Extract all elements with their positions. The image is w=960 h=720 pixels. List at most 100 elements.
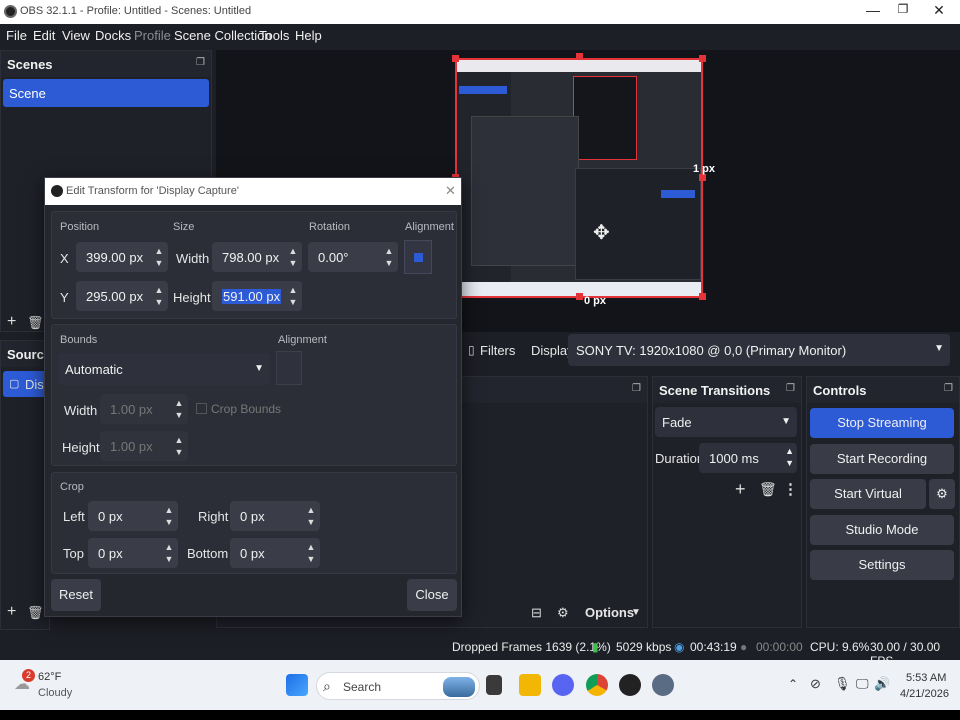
- stop-streaming-button[interactable]: Stop Streaming: [810, 408, 954, 438]
- menu-help[interactable]: Help: [295, 28, 322, 43]
- bounds-type-select[interactable]: Automatic ▼: [58, 353, 270, 385]
- undock-icon[interactable]: ❐: [196, 57, 205, 68]
- spin-arrows-icon[interactable]: ▲ ▼: [286, 284, 300, 308]
- security-icon[interactable]: ⊘: [810, 676, 821, 692]
- sources-header: Sources: [1, 341, 58, 367]
- notification-badge: 2: [22, 669, 35, 682]
- rotation-value: 0.00°: [318, 250, 349, 265]
- filters-button[interactable]: Filters: [480, 343, 515, 358]
- spin-arrows-icon[interactable]: ▲ ▼: [286, 245, 300, 269]
- close-button[interactable]: Close: [407, 579, 457, 611]
- screen-border: [0, 710, 960, 720]
- duration-input[interactable]: 1000 ms ▲ ▼: [699, 443, 797, 473]
- stream-time: 00:43:19: [690, 640, 737, 654]
- spin-arrows-icon[interactable]: ▲ ▼: [152, 284, 166, 308]
- chrome-icon[interactable]: [586, 674, 608, 696]
- spin-arrows-icon[interactable]: ▲ ▼: [152, 245, 166, 269]
- right-gap-label: 1 px: [693, 163, 716, 175]
- close-icon[interactable]: ✕: [924, 2, 954, 19]
- transitions-title: Scene Transitions: [659, 383, 771, 398]
- add-scene-icon[interactable]: +: [7, 313, 16, 331]
- reset-button[interactable]: Reset: [51, 579, 101, 611]
- spin-arrows-icon[interactable]: ▲ ▼: [172, 397, 186, 421]
- maximize-icon[interactable]: ❐: [888, 2, 918, 16]
- search-box[interactable]: ⌕ Search: [316, 672, 480, 700]
- scene-list-item[interactable]: Scene: [3, 79, 209, 107]
- network-icon[interactable]: 🖵: [856, 676, 869, 692]
- studio-mode-button[interactable]: Studio Mode: [810, 515, 954, 545]
- width-input[interactable]: 798.00 px ▲ ▼: [212, 242, 302, 272]
- obs-taskbar-icon[interactable]: [619, 674, 641, 696]
- settings-gear-icon[interactable]: [652, 674, 674, 696]
- duration-value: 1000 ms: [709, 451, 759, 466]
- spin-arrows-icon[interactable]: ▲ ▼: [162, 541, 176, 565]
- file-explorer-icon[interactable]: [519, 674, 541, 696]
- display-capture-source[interactable]: ✥: [455, 58, 703, 298]
- x-position-input[interactable]: 399.00 px ▲ ▼: [76, 242, 168, 272]
- y-position-input[interactable]: 295.00 px ▲ ▼: [76, 281, 168, 311]
- menu-edit[interactable]: Edit: [33, 28, 55, 43]
- display-select[interactable]: SONY TV: 1920x1080 @ 0,0 (Primary Monito…: [568, 334, 950, 366]
- menu-profile[interactable]: Profile: [134, 28, 171, 43]
- rotation-input[interactable]: 0.00° ▲ ▼: [308, 242, 398, 272]
- undock-icon[interactable]: ❐: [786, 383, 795, 394]
- spin-arrows-icon[interactable]: ▲ ▼: [172, 434, 186, 458]
- minimize-icon[interactable]: —: [858, 2, 888, 18]
- more-options-icon[interactable]: ⋮: [783, 480, 798, 498]
- clock-time[interactable]: 5:53 AM: [906, 672, 946, 684]
- remove-scene-icon[interactable]: 🗑: [27, 315, 44, 331]
- layout-icon[interactable]: ⊟: [531, 605, 542, 621]
- menu-docks[interactable]: Docks: [95, 28, 131, 43]
- crop-bounds-checkbox[interactable]: [196, 403, 207, 414]
- crop-bottom-input[interactable]: 0 px ▲ ▼: [230, 538, 320, 568]
- virtual-camera-settings-icon[interactable]: ⚙: [929, 479, 955, 509]
- crop-right-input[interactable]: 0 px ▲ ▼: [230, 501, 320, 531]
- microphone-icon[interactable]: 🎙: [834, 676, 851, 692]
- signal-icon: ▮: [592, 640, 599, 654]
- options-button[interactable]: Options: [585, 605, 634, 620]
- settings-button[interactable]: Settings: [810, 550, 954, 580]
- menu-tools[interactable]: Tools: [259, 28, 289, 43]
- menu-scene-collection[interactable]: Scene Collection: [174, 28, 272, 43]
- bounds-width-input[interactable]: 1.00 px ▲ ▼: [100, 394, 188, 424]
- menu-file[interactable]: File: [6, 28, 27, 43]
- height-input[interactable]: 591.00 px ▲ ▼: [212, 281, 302, 311]
- remove-source-icon[interactable]: 🗑: [27, 605, 44, 621]
- dialog-close-icon[interactable]: ✕: [445, 183, 456, 199]
- transition-select[interactable]: Fade ▼: [655, 407, 797, 437]
- mixer-settings-icon[interactable]: ⚙: [557, 605, 569, 621]
- spin-arrows-icon[interactable]: ▲ ▼: [162, 504, 176, 528]
- undock-icon[interactable]: ❐: [944, 383, 953, 394]
- task-view-icon[interactable]: [486, 675, 502, 695]
- window-title-bar: OBS 32.1.1 - Profile: Untitled - Scenes:…: [0, 0, 960, 24]
- alignment-grid[interactable]: [404, 240, 432, 274]
- chevron-up-icon[interactable]: ⌃: [788, 677, 798, 691]
- add-source-icon[interactable]: +: [7, 603, 16, 621]
- crop-left-input[interactable]: 0 px ▲ ▼: [88, 501, 178, 531]
- start-virtual-camera-button[interactable]: Start Virtual Camera: [810, 479, 926, 531]
- window-title: OBS 32.1.1 - Profile: Untitled - Scenes:…: [20, 5, 252, 17]
- bounds-alignment-grid: [276, 351, 302, 385]
- volume-icon[interactable]: 🔊: [874, 676, 890, 692]
- crop-top-input[interactable]: 0 px ▲ ▼: [88, 538, 178, 568]
- clock-date[interactable]: 4/21/2026: [900, 688, 949, 700]
- source-list-item[interactable]: ▢ Disp: [3, 371, 51, 397]
- controls-header: Controls ❐: [807, 377, 959, 403]
- spin-arrows-icon[interactable]: ▲ ▼: [304, 504, 318, 528]
- undock-icon[interactable]: ❐: [632, 383, 641, 394]
- duration-label: Duration: [655, 451, 705, 466]
- windows-start-icon[interactable]: [286, 674, 308, 696]
- discord-icon[interactable]: [552, 674, 574, 696]
- height-value: 591.00 px: [222, 289, 282, 304]
- remove-transition-icon[interactable]: 🗑: [759, 481, 777, 498]
- spin-arrows-icon[interactable]: ▲ ▼: [382, 245, 396, 269]
- spin-arrows-icon[interactable]: ▲ ▼: [304, 541, 318, 565]
- menu-view[interactable]: View: [62, 28, 90, 43]
- controls-title: Controls: [813, 383, 867, 398]
- bounds-header: Bounds: [60, 334, 98, 346]
- add-transition-icon[interactable]: +: [735, 479, 746, 500]
- edit-transform-dialog: Edit Transform for 'Display Capture' ✕ P…: [44, 177, 462, 617]
- bounds-height-input[interactable]: 1.00 px ▲ ▼: [100, 431, 188, 461]
- start-recording-button[interactable]: Start Recording: [810, 444, 954, 474]
- filters-icon[interactable]: ▯: [468, 343, 475, 357]
